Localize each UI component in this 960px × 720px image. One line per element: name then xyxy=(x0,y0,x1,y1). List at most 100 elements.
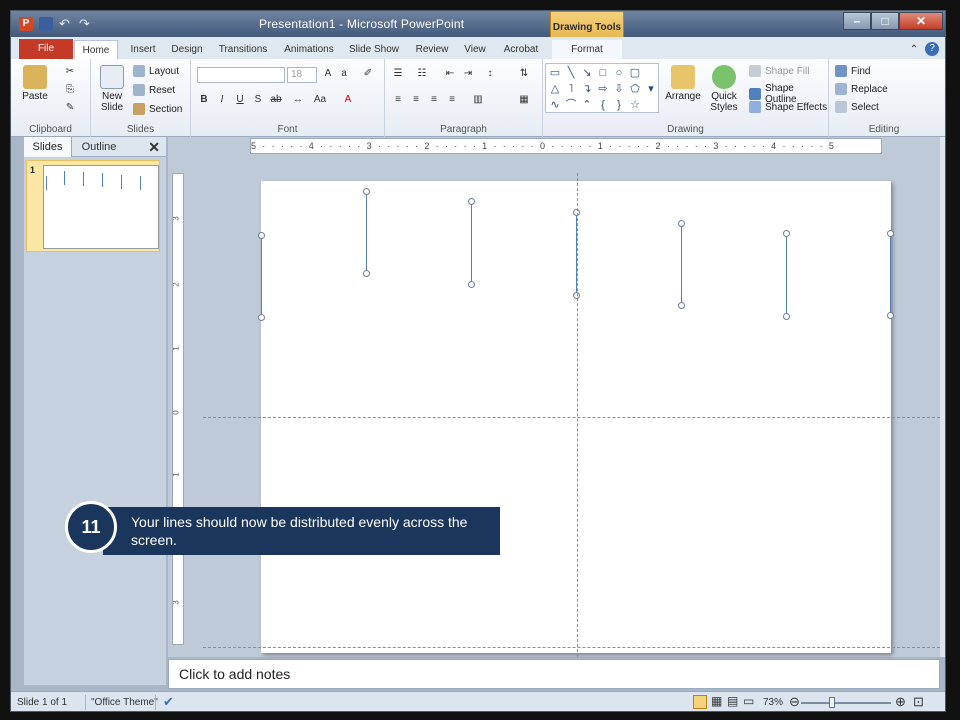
minimize-button[interactable]: – xyxy=(843,12,871,30)
line-handle[interactable] xyxy=(363,270,370,277)
line-shape-5[interactable] xyxy=(681,223,682,305)
close-button[interactable]: ✕ xyxy=(899,12,943,30)
zoom-out-icon[interactable]: ⊖ xyxy=(789,694,800,710)
underline-icon[interactable]: U xyxy=(233,93,247,107)
slide-sorter-icon[interactable]: ▦ xyxy=(711,694,722,708)
normal-view-icon[interactable] xyxy=(693,695,707,709)
brace-left-shape-icon[interactable]: { xyxy=(596,98,610,112)
slide-thumbnail[interactable] xyxy=(43,165,159,249)
grow-font-icon[interactable]: A xyxy=(321,67,335,81)
tab-slide-show[interactable]: Slide Show xyxy=(344,40,404,59)
line-handle[interactable] xyxy=(678,302,685,309)
more-shapes-icon[interactable]: ▾ xyxy=(644,82,658,96)
font-name-input[interactable] xyxy=(197,67,285,83)
quick-styles-button[interactable]: Quick Styles xyxy=(703,65,745,113)
bold-icon[interactable]: B xyxy=(197,93,211,107)
tab-outline[interactable]: Outline xyxy=(72,137,126,157)
line-handle[interactable] xyxy=(258,232,265,239)
brace-right-shape-icon[interactable]: } xyxy=(612,98,626,112)
reading-view-icon[interactable]: ▤ xyxy=(727,694,738,708)
pentagon-shape-icon[interactable]: ⬠ xyxy=(628,82,642,96)
tab-insert[interactable]: Insert xyxy=(123,40,163,59)
char-spacing-icon[interactable]: ↔ xyxy=(291,93,305,107)
textbox-shape-icon[interactable]: ▭ xyxy=(548,66,562,80)
shapes-gallery[interactable]: ▭ ╲ ↘ □ ○ ▢ △ ˥ ↴ ⇨ ⇩ ⬠ ∿ ⌒ ⌃ { } ☆ ▾ xyxy=(545,63,659,113)
line-handle[interactable] xyxy=(258,314,265,321)
zoom-slider-thumb[interactable] xyxy=(829,697,835,708)
tab-transitions[interactable]: Transitions xyxy=(213,40,273,59)
justify-icon[interactable]: ≡ xyxy=(445,93,459,107)
line-handle[interactable] xyxy=(678,220,685,227)
tab-view[interactable]: View xyxy=(458,40,492,59)
line-handle[interactable] xyxy=(887,312,894,319)
maximize-button[interactable]: □ xyxy=(871,12,899,30)
smartart-icon[interactable]: ▦ xyxy=(517,93,531,107)
shrink-font-icon[interactable]: a xyxy=(337,67,351,81)
shape-fill-button[interactable]: Shape Fill xyxy=(749,65,809,77)
tab-format[interactable]: Format xyxy=(552,40,622,59)
save-icon[interactable] xyxy=(39,17,53,31)
horizontal-guide[interactable] xyxy=(203,417,940,418)
down-arrow-shape-icon[interactable]: ⇩ xyxy=(612,82,626,96)
copy-icon[interactable]: ⎘ xyxy=(63,83,77,97)
line-spacing-icon[interactable]: ↕ xyxy=(483,67,497,81)
tab-slides[interactable]: Slides xyxy=(24,137,72,157)
notes-pane[interactable]: Click to add notes xyxy=(168,659,940,689)
line-shape-6[interactable] xyxy=(786,233,787,316)
right-arrow-shape-icon[interactable]: ⇨ xyxy=(596,82,610,96)
slideshow-view-icon[interactable]: ▭ xyxy=(743,694,754,708)
line-shape-3[interactable] xyxy=(471,201,472,284)
line-handle[interactable] xyxy=(887,230,894,237)
line-shape-2[interactable] xyxy=(366,191,367,273)
paste-button[interactable]: Paste xyxy=(17,65,53,102)
line-shape-7[interactable] xyxy=(890,233,891,315)
slide-thumbnail-item[interactable]: 1 xyxy=(26,160,160,252)
tab-home[interactable]: Home xyxy=(74,40,118,60)
fit-slide-icon[interactable]: ⊡ xyxy=(913,694,924,710)
close-pane-icon[interactable]: ✕ xyxy=(148,139,160,156)
triangle-shape-icon[interactable]: △ xyxy=(548,82,562,96)
elbow-arrow-icon[interactable]: ↴ xyxy=(580,82,594,96)
line-shape-icon[interactable]: ╲ xyxy=(564,66,578,80)
section-button[interactable]: Section xyxy=(133,103,182,115)
powerpoint-logo-icon[interactable]: P xyxy=(19,17,33,31)
align-right-icon[interactable]: ≡ xyxy=(427,93,441,107)
numbering-icon[interactable]: ☷ xyxy=(415,67,429,81)
change-case-icon[interactable]: Aa xyxy=(313,93,327,107)
new-slide-button[interactable]: New Slide xyxy=(95,65,129,113)
increase-indent-icon[interactable]: ⇥ xyxy=(461,67,475,81)
arrange-button[interactable]: Arrange xyxy=(663,65,703,102)
text-direction-icon[interactable]: ⇅ xyxy=(517,67,531,81)
layout-button[interactable]: Layout xyxy=(133,65,179,77)
zoom-in-icon[interactable]: ⊕ xyxy=(895,694,906,710)
line-handle[interactable] xyxy=(783,230,790,237)
font-color-icon[interactable]: A xyxy=(341,93,355,107)
redo-icon[interactable]: ↷ xyxy=(79,17,93,31)
reset-button[interactable]: Reset xyxy=(133,84,175,96)
vertical-scrollbar[interactable] xyxy=(940,137,945,657)
decrease-indent-icon[interactable]: ⇤ xyxy=(443,67,457,81)
tab-review[interactable]: Review xyxy=(411,40,453,59)
tab-design[interactable]: Design xyxy=(166,40,208,59)
zoom-level[interactable]: 73% xyxy=(763,697,783,708)
spelling-check-icon[interactable]: ✔ xyxy=(163,694,174,710)
bullets-icon[interactable]: ☰ xyxy=(391,67,405,81)
find-button[interactable]: Find xyxy=(835,65,870,77)
star-shape-icon[interactable]: ☆ xyxy=(628,98,642,112)
cut-icon[interactable]: ✂ xyxy=(63,65,77,79)
shadow-icon[interactable]: S xyxy=(251,93,265,107)
tab-animations[interactable]: Animations xyxy=(279,40,339,59)
line-handle[interactable] xyxy=(468,198,475,205)
align-center-icon[interactable]: ≡ xyxy=(409,93,423,107)
align-left-icon[interactable]: ≡ xyxy=(391,93,405,107)
undo-icon[interactable]: ↶ xyxy=(59,17,73,31)
elbow-connector-icon[interactable]: ˥ xyxy=(564,82,578,96)
line-handle[interactable] xyxy=(468,281,475,288)
tab-file[interactable]: File xyxy=(19,39,73,59)
select-button[interactable]: Select xyxy=(835,101,879,113)
replace-button[interactable]: Replace xyxy=(835,83,888,95)
italic-icon[interactable]: I xyxy=(215,93,229,107)
arrow-shape-icon[interactable]: ↘ xyxy=(580,66,594,80)
columns-icon[interactable]: ▥ xyxy=(471,93,485,107)
freeform-shape-icon[interactable]: ⌃ xyxy=(580,98,594,112)
